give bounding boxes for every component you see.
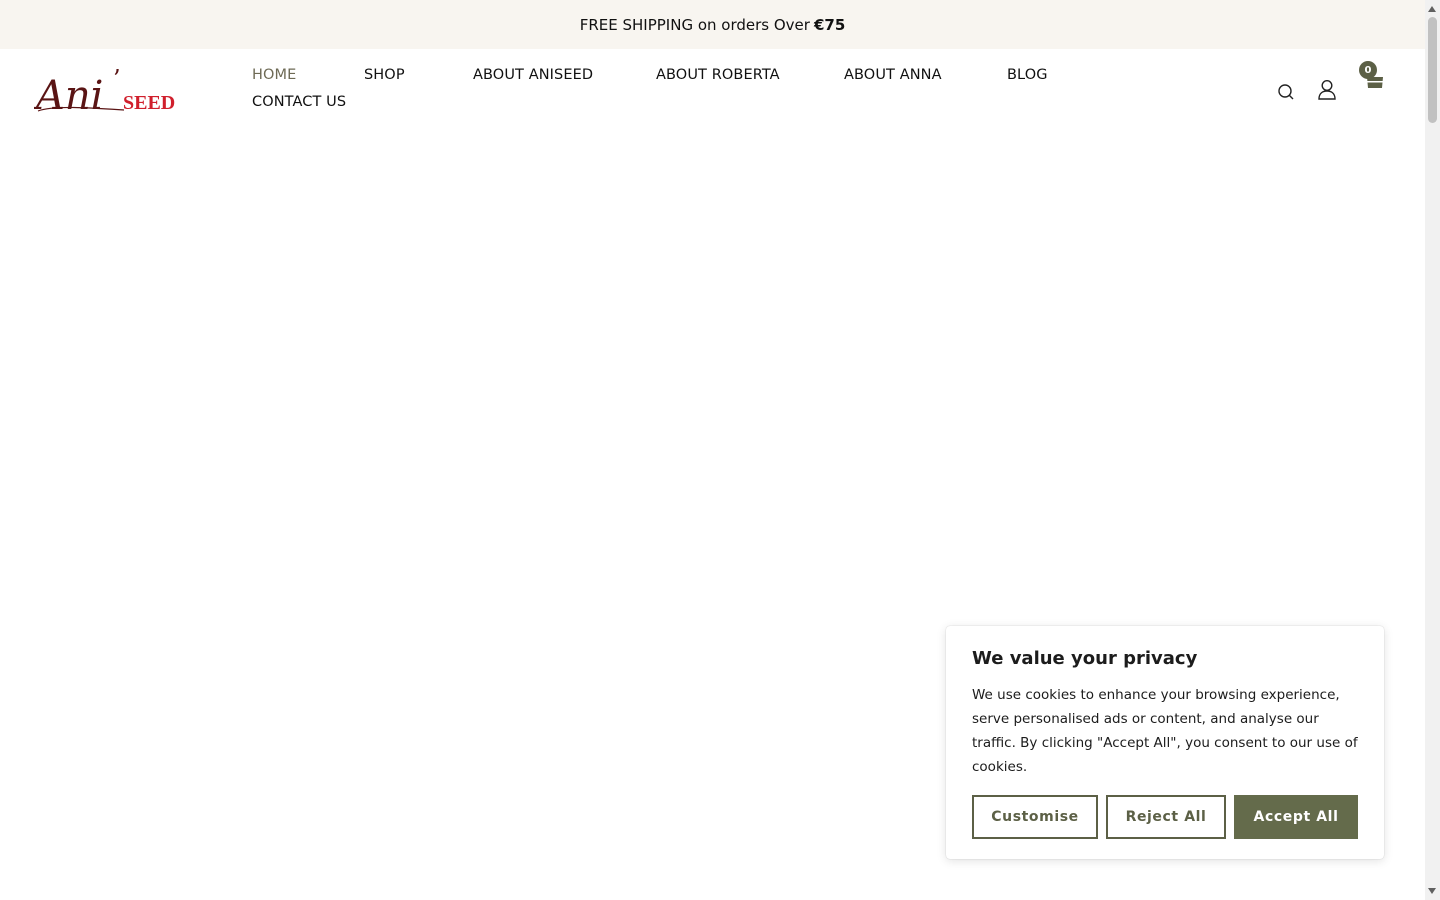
cart-count-badge: 0 [1359,61,1377,79]
nav-item-about-roberta[interactable]: ABOUT ROBERTA [656,67,780,83]
scroll-down-arrow-icon[interactable] [1428,888,1436,894]
logo-mark: ’ [113,65,121,93]
nav-item-about-aniseed[interactable]: ABOUT ANISEED [473,67,593,83]
customise-button[interactable]: Customise [972,795,1098,839]
announcement-text: FREE SHIPPING on orders Over [579,15,810,34]
site-logo[interactable]: Ani ’ SEED [32,65,188,119]
nav-item-about-anna[interactable]: ABOUT ANNA [844,67,942,83]
cookie-actions: Customise Reject All Accept All [972,795,1358,839]
search-icon [1278,84,1294,100]
main-nav: HOME SHOP ABOUT ANISEED ABOUT ROBERTA AB… [252,65,1152,125]
announcement-amount: €75 [813,15,846,34]
nav-item-blog[interactable]: BLOG [1007,67,1048,83]
announcement-bar: FREE SHIPPING on orders Over €75 [0,0,1425,49]
cookie-description: We use cookies to enhance your browsing … [972,687,1358,775]
nav-item-home[interactable]: HOME [252,67,296,83]
page-scrollbar[interactable] [1425,0,1440,900]
reject-all-button[interactable]: Reject All [1106,795,1226,839]
aniseed-logo: Ani ’ SEED [32,65,175,119]
scroll-up-arrow-icon[interactable] [1428,6,1436,12]
accept-all-button[interactable]: Accept All [1234,795,1358,839]
nav-item-contact-us[interactable]: CONTACT US [252,94,346,110]
scroll-thumb[interactable] [1428,17,1437,123]
cookie-title: We value your privacy [972,648,1198,669]
nav-item-shop[interactable]: SHOP [364,67,405,83]
site-header: Ani ’ SEED HOME SHOP ABOUT ANISEED ABOUT… [0,49,1425,139]
account-button[interactable] [1317,79,1337,101]
user-icon [1318,79,1336,100]
logo-word: SEED [123,92,175,114]
cookie-consent-banner: We value your privacy We use cookies to … [946,626,1384,859]
search-button[interactable] [1277,83,1295,101]
